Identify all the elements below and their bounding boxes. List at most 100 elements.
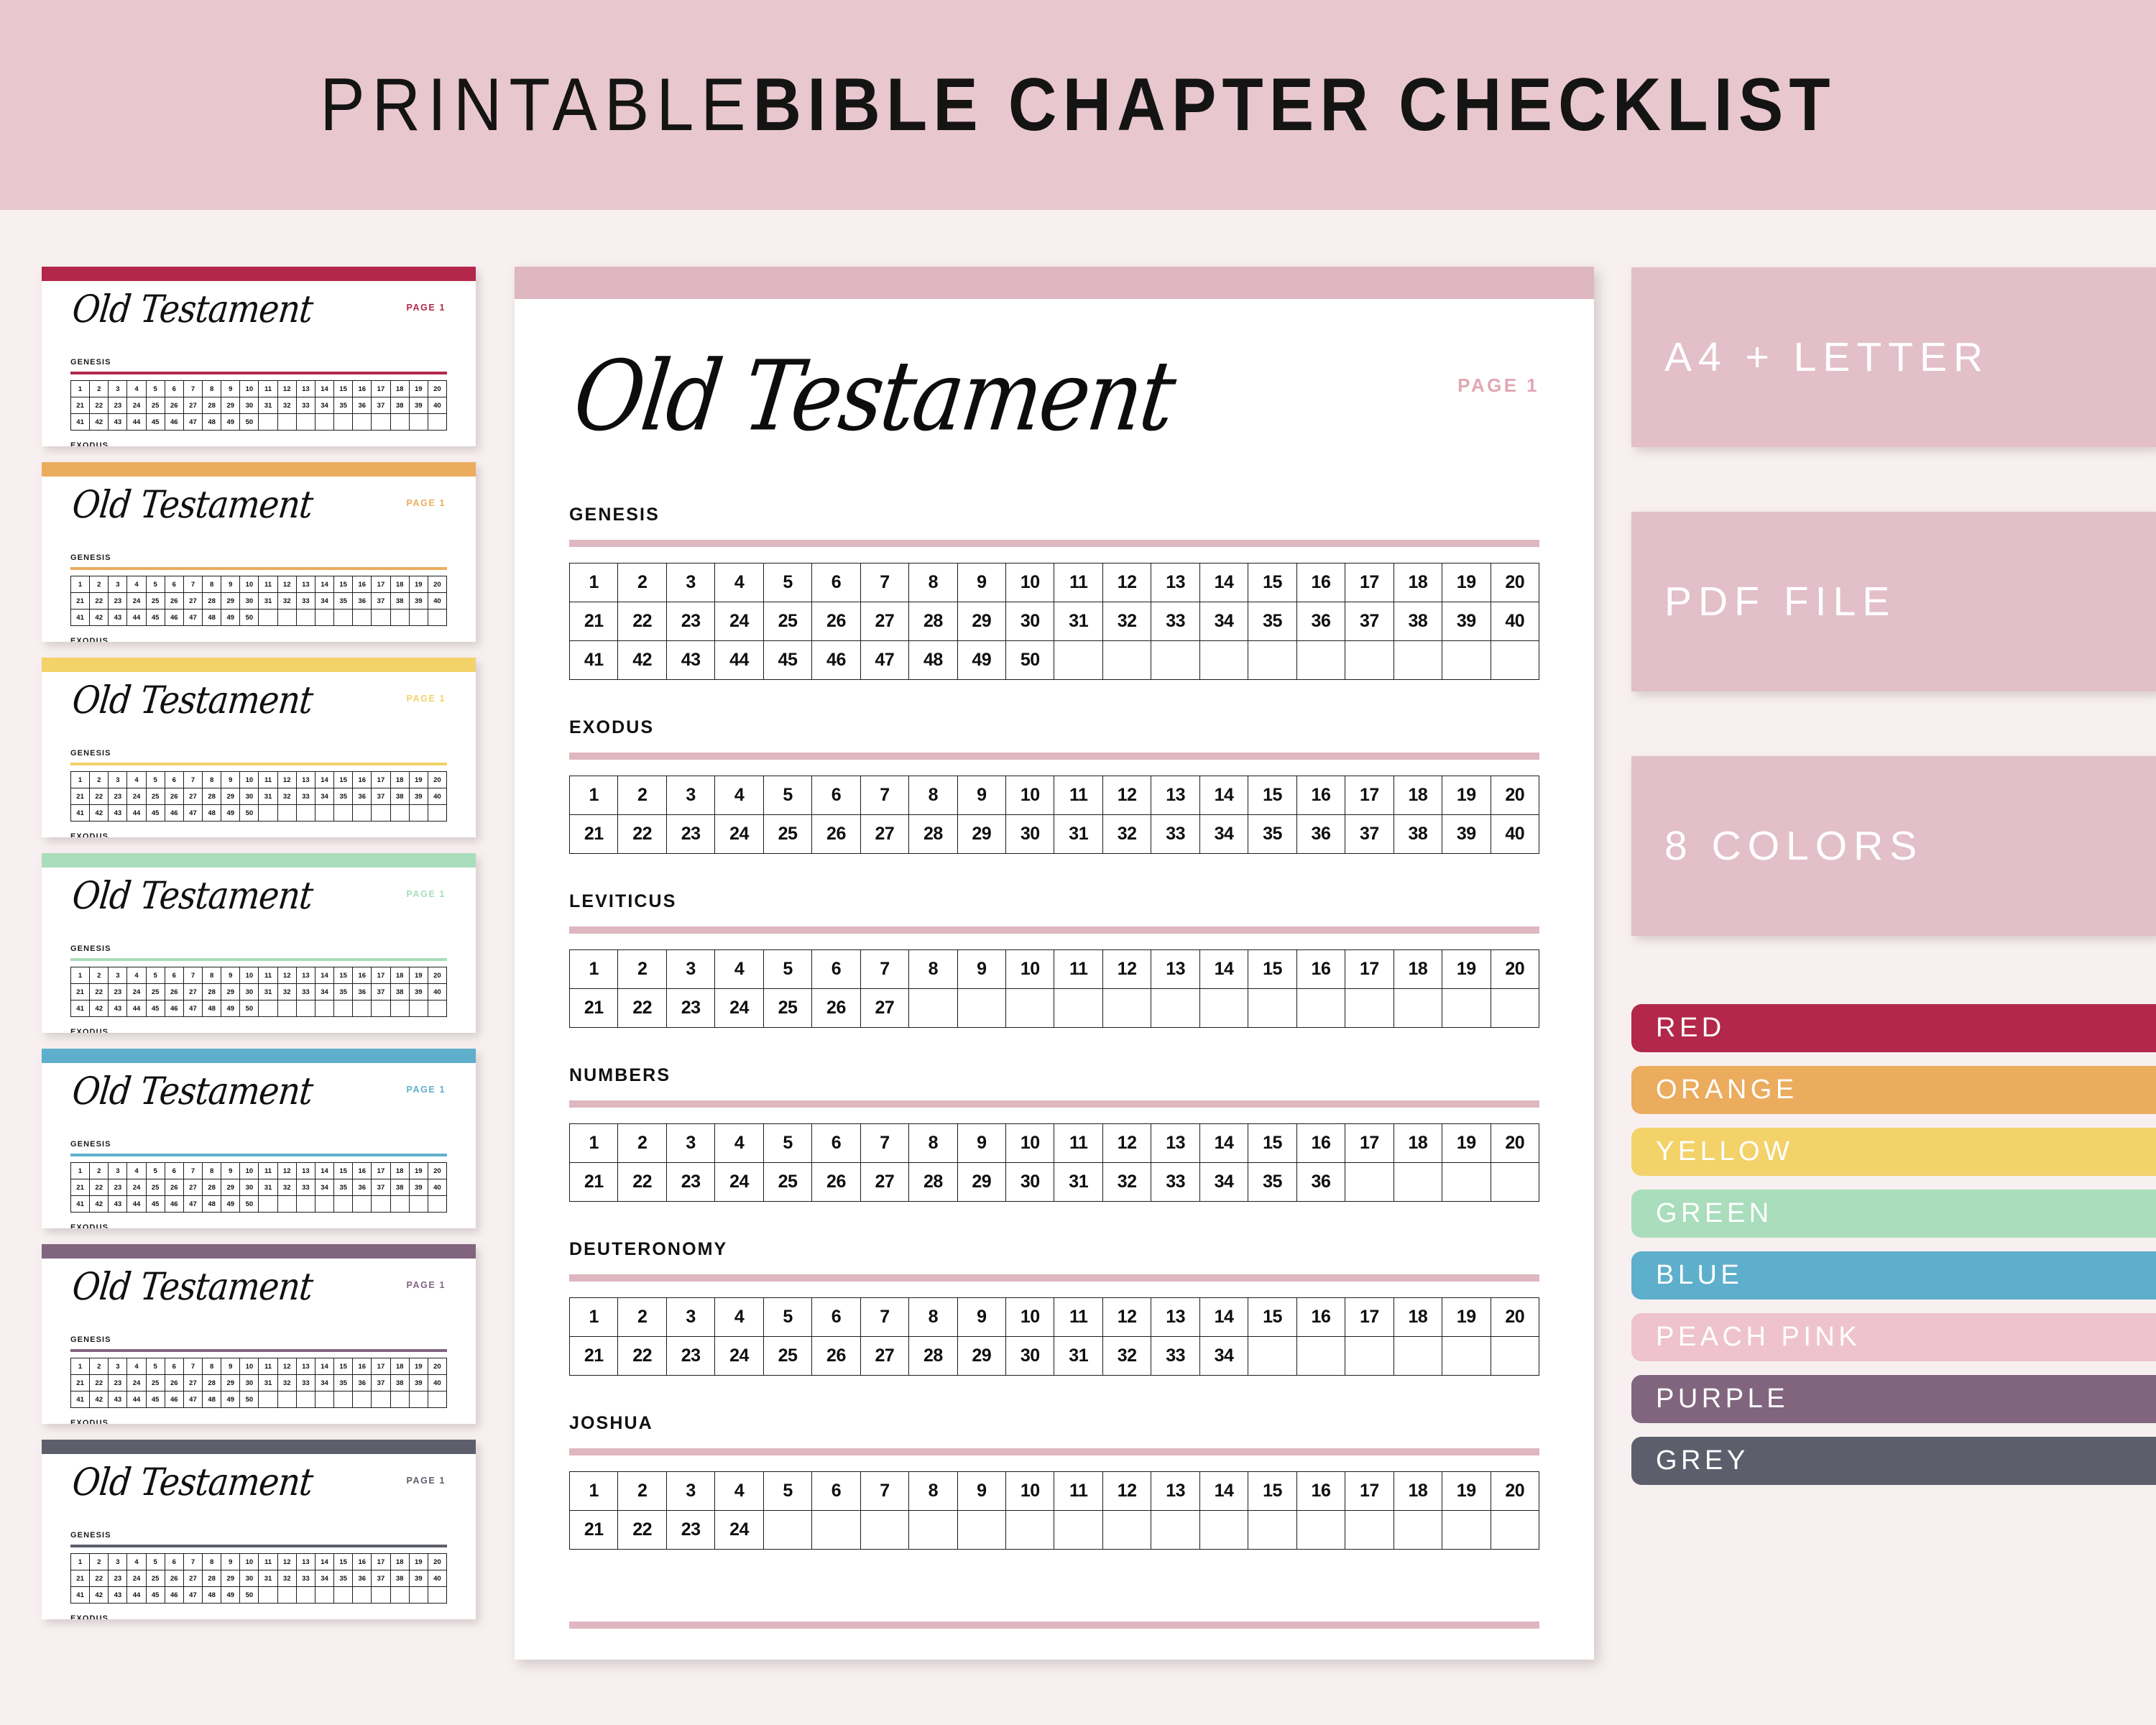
chapter-checkbox-cell[interactable]: 12 [1102, 564, 1152, 602]
chapter-grid[interactable]: 1 2 3 4 5 6 7 8 9 10 11 12 13 14 15 16 17 18 19 20 21 22 23 24 [569, 1471, 1539, 1550]
chapter-checkbox-cell[interactable] [1199, 989, 1249, 1028]
chapter-checkbox-cell[interactable]: 17 [1345, 1124, 1394, 1163]
chapter-checkbox-cell[interactable]: 24 [715, 1337, 764, 1376]
chapter-checkbox-cell[interactable]: 18 [1393, 950, 1443, 989]
color-swatch[interactable]: BLUE [1631, 1251, 2156, 1300]
chapter-checkbox-cell[interactable] [860, 1511, 910, 1550]
chapter-checkbox-cell[interactable]: 22 [618, 815, 667, 854]
chapter-checkbox-cell[interactable]: 36 [1296, 1163, 1346, 1202]
chapter-checkbox-cell[interactable] [1199, 641, 1249, 680]
chapter-checkbox-cell[interactable] [1248, 1511, 1297, 1550]
chapter-checkbox-cell[interactable]: 18 [1393, 1124, 1443, 1163]
chapter-checkbox-cell[interactable]: 30 [1006, 1163, 1055, 1202]
chapter-checkbox-cell[interactable]: 13 [1151, 1298, 1200, 1337]
chapter-checkbox-cell[interactable]: 31 [1054, 815, 1103, 854]
chapter-checkbox-cell[interactable]: 10 [1006, 1298, 1055, 1337]
chapter-checkbox-cell[interactable]: 11 [1054, 950, 1103, 989]
chapter-checkbox-cell[interactable]: 20 [1491, 1472, 1539, 1511]
chapter-checkbox-cell[interactable] [1054, 641, 1103, 680]
chapter-checkbox-cell[interactable]: 3 [666, 1472, 716, 1511]
chapter-checkbox-cell[interactable]: 17 [1345, 1472, 1394, 1511]
chapter-checkbox-cell[interactable]: 20 [1491, 1124, 1539, 1163]
chapter-checkbox-cell[interactable] [1151, 641, 1200, 680]
chapter-checkbox-cell[interactable]: 22 [618, 989, 667, 1028]
chapter-checkbox-cell[interactable]: 41 [570, 641, 619, 680]
chapter-checkbox-cell[interactable] [1491, 641, 1539, 680]
chapter-checkbox-cell[interactable]: 24 [715, 989, 764, 1028]
chapter-checkbox-cell[interactable] [957, 1511, 1007, 1550]
chapter-checkbox-cell[interactable]: 10 [1006, 1472, 1055, 1511]
color-swatch[interactable]: YELLOW [1631, 1128, 2156, 1176]
chapter-checkbox-cell[interactable]: 8 [909, 1472, 958, 1511]
chapter-checkbox-cell[interactable]: 20 [1491, 776, 1539, 815]
chapter-checkbox-cell[interactable] [957, 989, 1007, 1028]
thumbnail-card[interactable]: Old Testament PAGE 1 GENESIS 1 2 3 4 5 6 7 8 9 10 11 1… [42, 1244, 476, 1424]
chapter-checkbox-cell[interactable] [1345, 1511, 1394, 1550]
chapter-checkbox-cell[interactable] [1102, 1511, 1152, 1550]
chapter-checkbox-cell[interactable]: 27 [860, 989, 910, 1028]
chapter-checkbox-cell[interactable]: 16 [1296, 1472, 1346, 1511]
chapter-checkbox-cell[interactable]: 5 [763, 950, 813, 989]
chapter-checkbox-cell[interactable] [763, 1511, 813, 1550]
chapter-checkbox-cell[interactable]: 26 [812, 989, 861, 1028]
chapter-checkbox-cell[interactable]: 50 [1006, 641, 1055, 680]
chapter-checkbox-cell[interactable]: 22 [618, 602, 667, 641]
chapter-checkbox-cell[interactable]: 31 [1054, 602, 1103, 641]
chapter-checkbox-cell[interactable]: 14 [1199, 950, 1249, 989]
chapter-checkbox-cell[interactable]: 9 [957, 776, 1007, 815]
chapter-checkbox-cell[interactable]: 4 [715, 1124, 764, 1163]
chapter-checkbox-cell[interactable]: 28 [909, 1163, 958, 1202]
chapter-checkbox-cell[interactable]: 7 [860, 1124, 910, 1163]
chapter-checkbox-cell[interactable]: 42 [618, 641, 667, 680]
chapter-checkbox-cell[interactable]: 37 [1345, 602, 1394, 641]
chapter-checkbox-cell[interactable]: 1 [570, 1124, 619, 1163]
chapter-checkbox-cell[interactable] [909, 1511, 958, 1550]
chapter-checkbox-cell[interactable]: 38 [1393, 815, 1443, 854]
chapter-checkbox-cell[interactable]: 32 [1102, 1163, 1152, 1202]
chapter-checkbox-cell[interactable]: 18 [1393, 1472, 1443, 1511]
chapter-checkbox-cell[interactable]: 25 [763, 1337, 813, 1376]
chapter-checkbox-cell[interactable]: 38 [1393, 602, 1443, 641]
chapter-checkbox-cell[interactable]: 16 [1296, 1124, 1346, 1163]
chapter-checkbox-cell[interactable]: 17 [1345, 776, 1394, 815]
color-swatch[interactable]: RED [1631, 1004, 2156, 1052]
chapter-checkbox-cell[interactable]: 21 [570, 815, 619, 854]
chapter-checkbox-cell[interactable] [1345, 1337, 1394, 1376]
chapter-checkbox-cell[interactable]: 8 [909, 950, 958, 989]
chapter-checkbox-cell[interactable]: 32 [1102, 1337, 1152, 1376]
chapter-checkbox-cell[interactable]: 18 [1393, 564, 1443, 602]
chapter-checkbox-cell[interactable]: 1 [570, 1298, 619, 1337]
chapter-checkbox-cell[interactable]: 18 [1393, 1298, 1443, 1337]
chapter-checkbox-cell[interactable] [1491, 1337, 1539, 1376]
chapter-checkbox-cell[interactable]: 7 [860, 564, 910, 602]
chapter-checkbox-cell[interactable]: 17 [1345, 1298, 1394, 1337]
chapter-checkbox-cell[interactable]: 49 [957, 641, 1007, 680]
chapter-checkbox-cell[interactable]: 16 [1296, 776, 1346, 815]
thumbnail-card[interactable]: Old Testament PAGE 1 GENESIS 1 2 3 4 5 6 7 8 9 10 11 1… [42, 853, 476, 1033]
chapter-checkbox-cell[interactable]: 31 [1054, 1163, 1103, 1202]
chapter-checkbox-cell[interactable]: 45 [763, 641, 813, 680]
chapter-checkbox-cell[interactable] [1296, 989, 1346, 1028]
chapter-checkbox-cell[interactable] [1393, 1337, 1443, 1376]
thumbnail-card[interactable]: Old Testament PAGE 1 GENESIS 1 2 3 4 5 6 7 8 9 10 11 1… [42, 1440, 476, 1619]
chapter-checkbox-cell[interactable] [909, 989, 958, 1028]
chapter-checkbox-cell[interactable]: 33 [1151, 1163, 1200, 1202]
chapter-checkbox-cell[interactable] [1248, 1337, 1297, 1376]
thumbnail-card[interactable]: Old Testament PAGE 1 GENESIS 1 2 3 4 5 6 7 8 9 10 11 1… [42, 1049, 476, 1228]
chapter-checkbox-cell[interactable]: 30 [1006, 1337, 1055, 1376]
chapter-checkbox-cell[interactable]: 15 [1248, 1298, 1297, 1337]
chapter-checkbox-cell[interactable]: 23 [666, 815, 716, 854]
chapter-checkbox-cell[interactable]: 24 [715, 815, 764, 854]
chapter-checkbox-cell[interactable]: 6 [812, 776, 861, 815]
chapter-checkbox-cell[interactable]: 7 [860, 1298, 910, 1337]
chapter-checkbox-cell[interactable]: 21 [570, 602, 619, 641]
chapter-checkbox-cell[interactable]: 5 [763, 1472, 813, 1511]
chapter-checkbox-cell[interactable]: 11 [1054, 1472, 1103, 1511]
chapter-checkbox-cell[interactable]: 29 [957, 1337, 1007, 1376]
chapter-checkbox-cell[interactable]: 9 [957, 1298, 1007, 1337]
chapter-checkbox-cell[interactable]: 8 [909, 1298, 958, 1337]
chapter-checkbox-cell[interactable] [1006, 989, 1055, 1028]
chapter-checkbox-cell[interactable] [1345, 641, 1394, 680]
chapter-checkbox-cell[interactable]: 26 [812, 602, 861, 641]
color-swatch[interactable]: PEACH PINK [1631, 1313, 2156, 1361]
